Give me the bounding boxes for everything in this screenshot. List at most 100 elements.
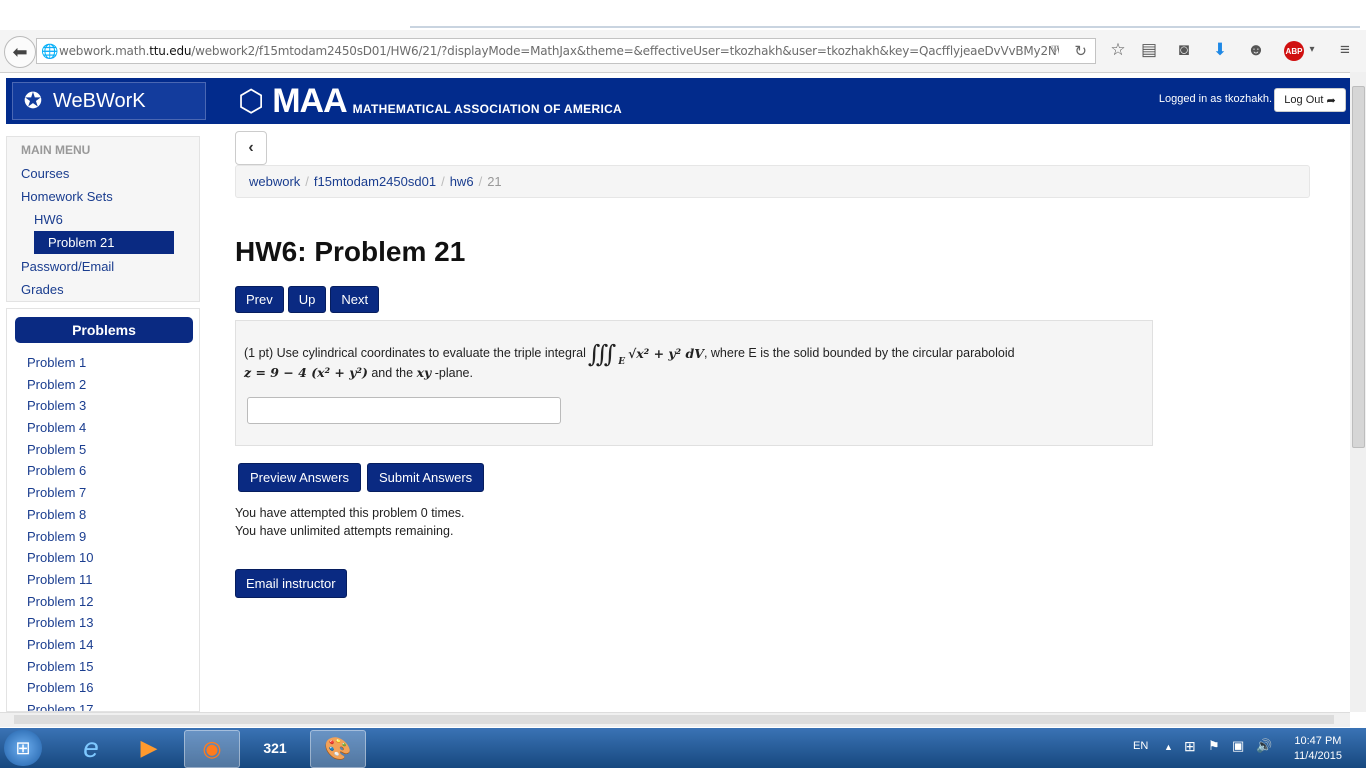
sidebar-item-problem-21[interactable]: Problem 21 (34, 231, 174, 254)
reload-icon[interactable]: ↻ (1074, 42, 1087, 60)
webwork-star-icon: ✪ (23, 88, 43, 113)
internet-explorer-icon[interactable]: e (64, 730, 118, 766)
clock-date: 11/4/2015 (1293, 750, 1342, 762)
breadcrumb-separator: / (441, 174, 445, 189)
sidebar-item-grades[interactable]: Grades (21, 282, 64, 297)
problem-link[interactable]: Problem 16 (27, 680, 93, 702)
chevron-left-icon: ‹ (248, 139, 254, 156)
logout-button[interactable]: Log Out ➦ (1274, 88, 1346, 112)
and-the-text: and the (371, 366, 414, 380)
sidebar-item-hw6[interactable]: HW6 (34, 212, 63, 227)
paint-icon[interactable]: 🎨 (310, 730, 366, 768)
sidebar-item-homework-sets[interactable]: Homework Sets (21, 189, 113, 204)
address-bar[interactable]: 🌐 webwork.math.ttu.edu/webwork2/f15mtoda… (36, 38, 1096, 64)
attempts-count-text: You have attempted this problem 0 times. (235, 506, 465, 520)
problem-link[interactable]: Problem 3 (27, 398, 93, 420)
prev-button[interactable]: Prev (235, 286, 284, 313)
problem-link[interactable]: Problem 15 (27, 659, 93, 681)
problem-link[interactable]: Problem 8 (27, 507, 93, 529)
maa-polyhedron-icon: ⬡ (238, 85, 265, 118)
clock-time: 10:47 PM (1294, 735, 1342, 747)
vertical-scrollbar[interactable] (1350, 72, 1366, 712)
browser-back-button[interactable]: ⬅ (4, 36, 36, 68)
problems-list: Problem 1 Problem 2 Problem 3 Problem 4 … (27, 355, 93, 711)
tab-strip-line (410, 26, 1360, 28)
sidebar-item-courses[interactable]: Courses (21, 166, 69, 181)
breadcrumb-separator: / (478, 174, 483, 189)
problem-link[interactable]: Problem 5 (27, 442, 93, 464)
horizontal-scroll-thumb[interactable] (14, 715, 1334, 724)
webwork-brand-link[interactable]: ✪ WeBWorK (12, 82, 206, 120)
up-button[interactable]: Up (287, 286, 327, 313)
email-section: Email instructor (235, 569, 347, 598)
chat-icon[interactable]: ☻ (1244, 40, 1268, 60)
problem-link[interactable]: Problem 6 (27, 463, 93, 485)
integrand: √x² + y² dV (628, 345, 704, 361)
problem-link[interactable]: Problem 9 (27, 529, 93, 551)
reading-list-icon[interactable]: ▤ (1137, 40, 1161, 60)
adblock-dropdown-icon[interactable]: ▾ (1300, 44, 1324, 55)
logged-in-text: Logged in as tkozhakh. (1158, 93, 1272, 105)
back-arrow-icon: ⬅ (12, 41, 28, 62)
device-icon[interactable]: ▣ (1232, 738, 1244, 754)
download-icon[interactable]: ⬇ (1208, 40, 1232, 60)
url-dropdown-icon[interactable]: ▽ (1051, 44, 1059, 55)
browser-navbar: ⬅ 🌐 webwork.math.ttu.edu/webwork2/f15mto… (0, 30, 1366, 73)
main-menu: MAIN MENU Courses Homework Sets HW6 Prob… (6, 136, 200, 302)
media-player-icon[interactable]: ▶ (122, 730, 176, 766)
problem-link[interactable]: Problem 13 (27, 615, 93, 637)
breadcrumb-current: 21 (487, 174, 502, 189)
logout-icon: ➦ (1326, 94, 1336, 107)
email-instructor-button[interactable]: Email instructor (235, 569, 347, 598)
problem-link[interactable]: Problem 4 (27, 420, 93, 442)
maa-small-text: MATHEMATICAL ASSOCIATION OF AMERICA (352, 101, 623, 116)
problems-panel: Problems Problem 1 Problem 2 Problem 3 P… (6, 308, 200, 712)
breadcrumb-course[interactable]: f15mtodam2450sd01 (314, 174, 436, 189)
volume-icon[interactable]: 🔊 (1256, 738, 1272, 754)
windows-taskbar: ⊞ e ▶ ◉ 321 🎨 EN ▲ ⊞ ⚑ ▣ 🔊 10:47 PM 11/4… (0, 728, 1366, 768)
problem-link[interactable]: Problem 7 (27, 485, 93, 507)
url-text: webwork.math.ttu.edu/webwork2/f15mtodam2… (59, 44, 1059, 58)
preview-answers-button[interactable]: Preview Answers (238, 463, 361, 492)
hamburger-menu-icon[interactable]: ≡ (1333, 40, 1357, 60)
problem-line-1: (1 pt) Use cylindrical coordinates to ev… (244, 339, 1015, 368)
vertical-scroll-thumb[interactable] (1352, 86, 1365, 448)
problem-link[interactable]: Problem 10 (27, 550, 93, 572)
paraboloid-equation: z = 9 − 4 (x² + y²) (244, 365, 368, 380)
breadcrumb-set[interactable]: hw6 (450, 174, 474, 189)
problem-intro-text: (1 pt) Use cylindrical coordinates to ev… (244, 346, 586, 360)
problems-heading: Problems (15, 317, 193, 343)
maa-big-text: MAA (272, 82, 347, 120)
breadcrumb-separator: / (305, 174, 309, 189)
windows-tray-icon[interactable]: ⊞ (1184, 738, 1196, 755)
problem-link[interactable]: Problem 11 (27, 572, 93, 594)
submit-answers-button[interactable]: Submit Answers (366, 463, 485, 492)
next-button[interactable]: Next (330, 286, 380, 313)
flag-icon[interactable]: ⚑ (1208, 738, 1220, 754)
maa-logo[interactable]: ⬡ MAA MATHEMATICAL ASSOCIATION OF AMERIC… (238, 82, 622, 121)
problem-link[interactable]: Problem 17 (27, 702, 93, 711)
breadcrumb-webwork[interactable]: webwork (249, 174, 300, 189)
sidebar-item-password-email[interactable]: Password/Email (21, 259, 114, 274)
pocket-icon[interactable]: ◙ (1172, 40, 1196, 60)
calendar-app-icon[interactable]: 321 (248, 730, 302, 766)
problem-link[interactable]: Problem 12 (27, 594, 93, 616)
problem-link[interactable]: Problem 2 (27, 377, 93, 399)
logout-label: Log Out (1284, 94, 1324, 106)
globe-icon: 🌐 (41, 43, 59, 59)
tray-expand-icon[interactable]: ▲ (1164, 742, 1173, 752)
horizontal-scrollbar[interactable] (0, 712, 1350, 727)
language-indicator[interactable]: EN (1133, 740, 1148, 752)
problem-link[interactable]: Problem 1 (27, 355, 93, 377)
integral-region: E (618, 357, 626, 367)
windows-start-icon[interactable]: ⊞ (4, 730, 42, 766)
answer-input[interactable] (247, 397, 561, 424)
bookmark-star-icon[interactable]: ☆ (1106, 40, 1130, 60)
system-clock[interactable]: 10:47 PM 11/4/2015 (1294, 734, 1342, 764)
problem-line-2: z = 9 − 4 (x² + y²) and the xy -plane. (244, 365, 473, 380)
problem-link[interactable]: Problem 14 (27, 637, 93, 659)
answer-actions: Preview Answers Submit Answers (238, 463, 485, 492)
problem-body: (1 pt) Use cylindrical coordinates to ev… (235, 320, 1153, 446)
firefox-icon[interactable]: ◉ (184, 730, 240, 768)
collapse-sidebar-button[interactable]: ‹ (235, 131, 267, 165)
